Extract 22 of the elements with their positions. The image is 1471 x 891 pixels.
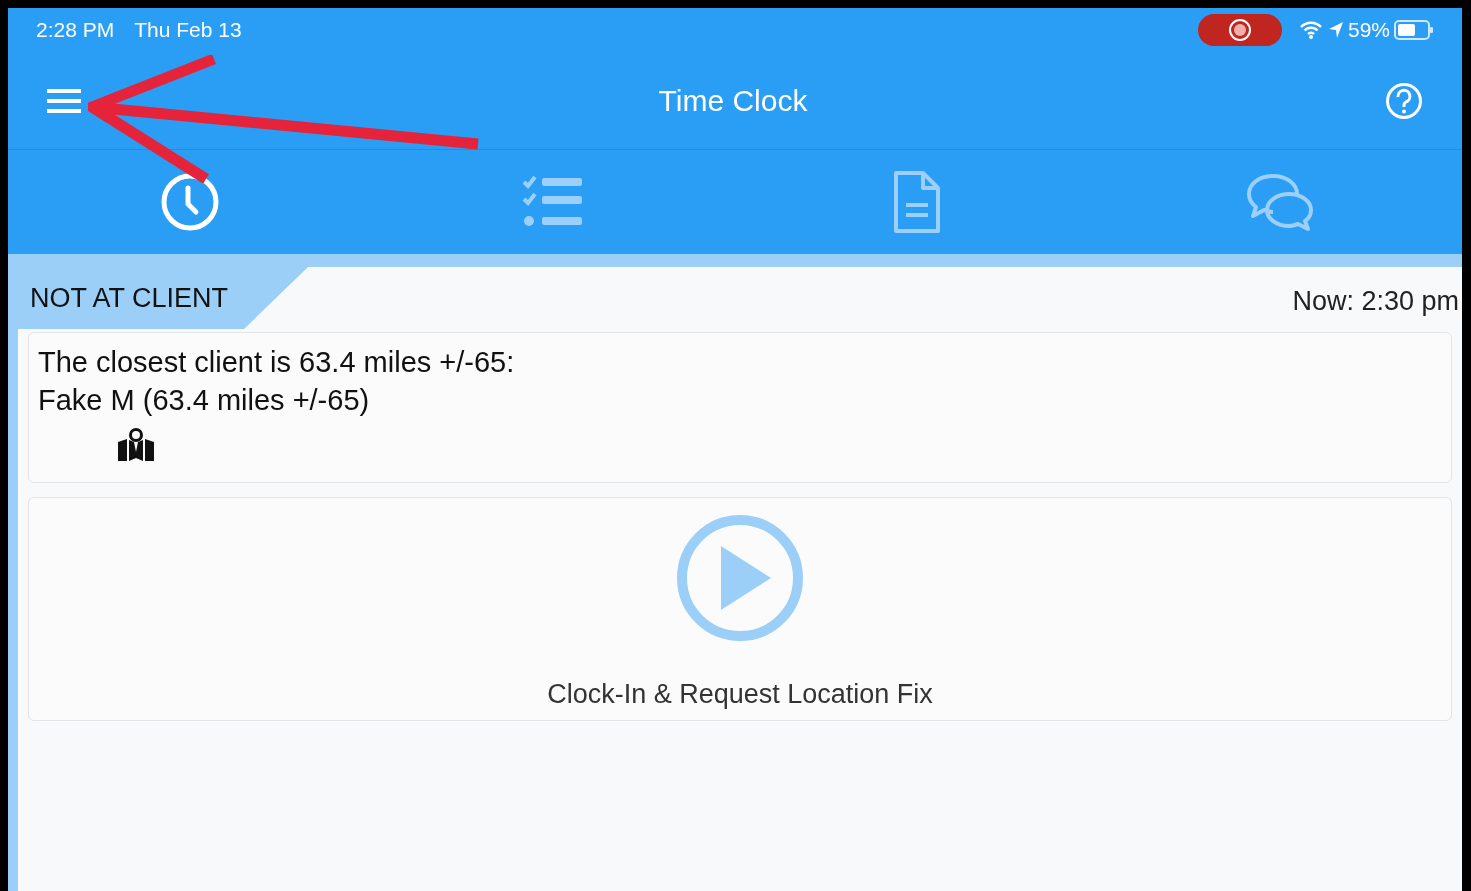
battery-percentage: 59%	[1347, 17, 1390, 44]
battery-icon	[1394, 20, 1434, 40]
current-time: Now: 2:30 pm	[1292, 285, 1459, 318]
client-distance-text: The closest client is 63.4 miles +/-65:	[38, 345, 516, 380]
clock-icon	[159, 172, 220, 232]
status-banner: NOT AT CLIENT	[18, 267, 309, 329]
location-arrow-icon	[1327, 21, 1344, 39]
help-button[interactable]	[1384, 80, 1424, 121]
document-icon	[892, 170, 941, 234]
client-distance-text: Fake M (63.4 miles +/-65)	[38, 383, 371, 418]
play-icon	[676, 514, 804, 642]
menu-icon	[47, 87, 81, 114]
status-date: Thu Feb 13	[134, 17, 242, 44]
wifi-icon	[1299, 21, 1322, 39]
chat-bubbles-icon	[1245, 172, 1316, 232]
screen-recording-icon	[1197, 14, 1282, 46]
map-button[interactable]	[116, 427, 156, 463]
clock-in-button[interactable]: Clock-In & Request Location Fix	[28, 497, 1452, 721]
page-title: Time Clock	[658, 83, 808, 119]
status-time: 2:28 PM	[36, 17, 115, 44]
map-pin-icon	[117, 428, 155, 462]
help-icon	[1385, 81, 1423, 120]
